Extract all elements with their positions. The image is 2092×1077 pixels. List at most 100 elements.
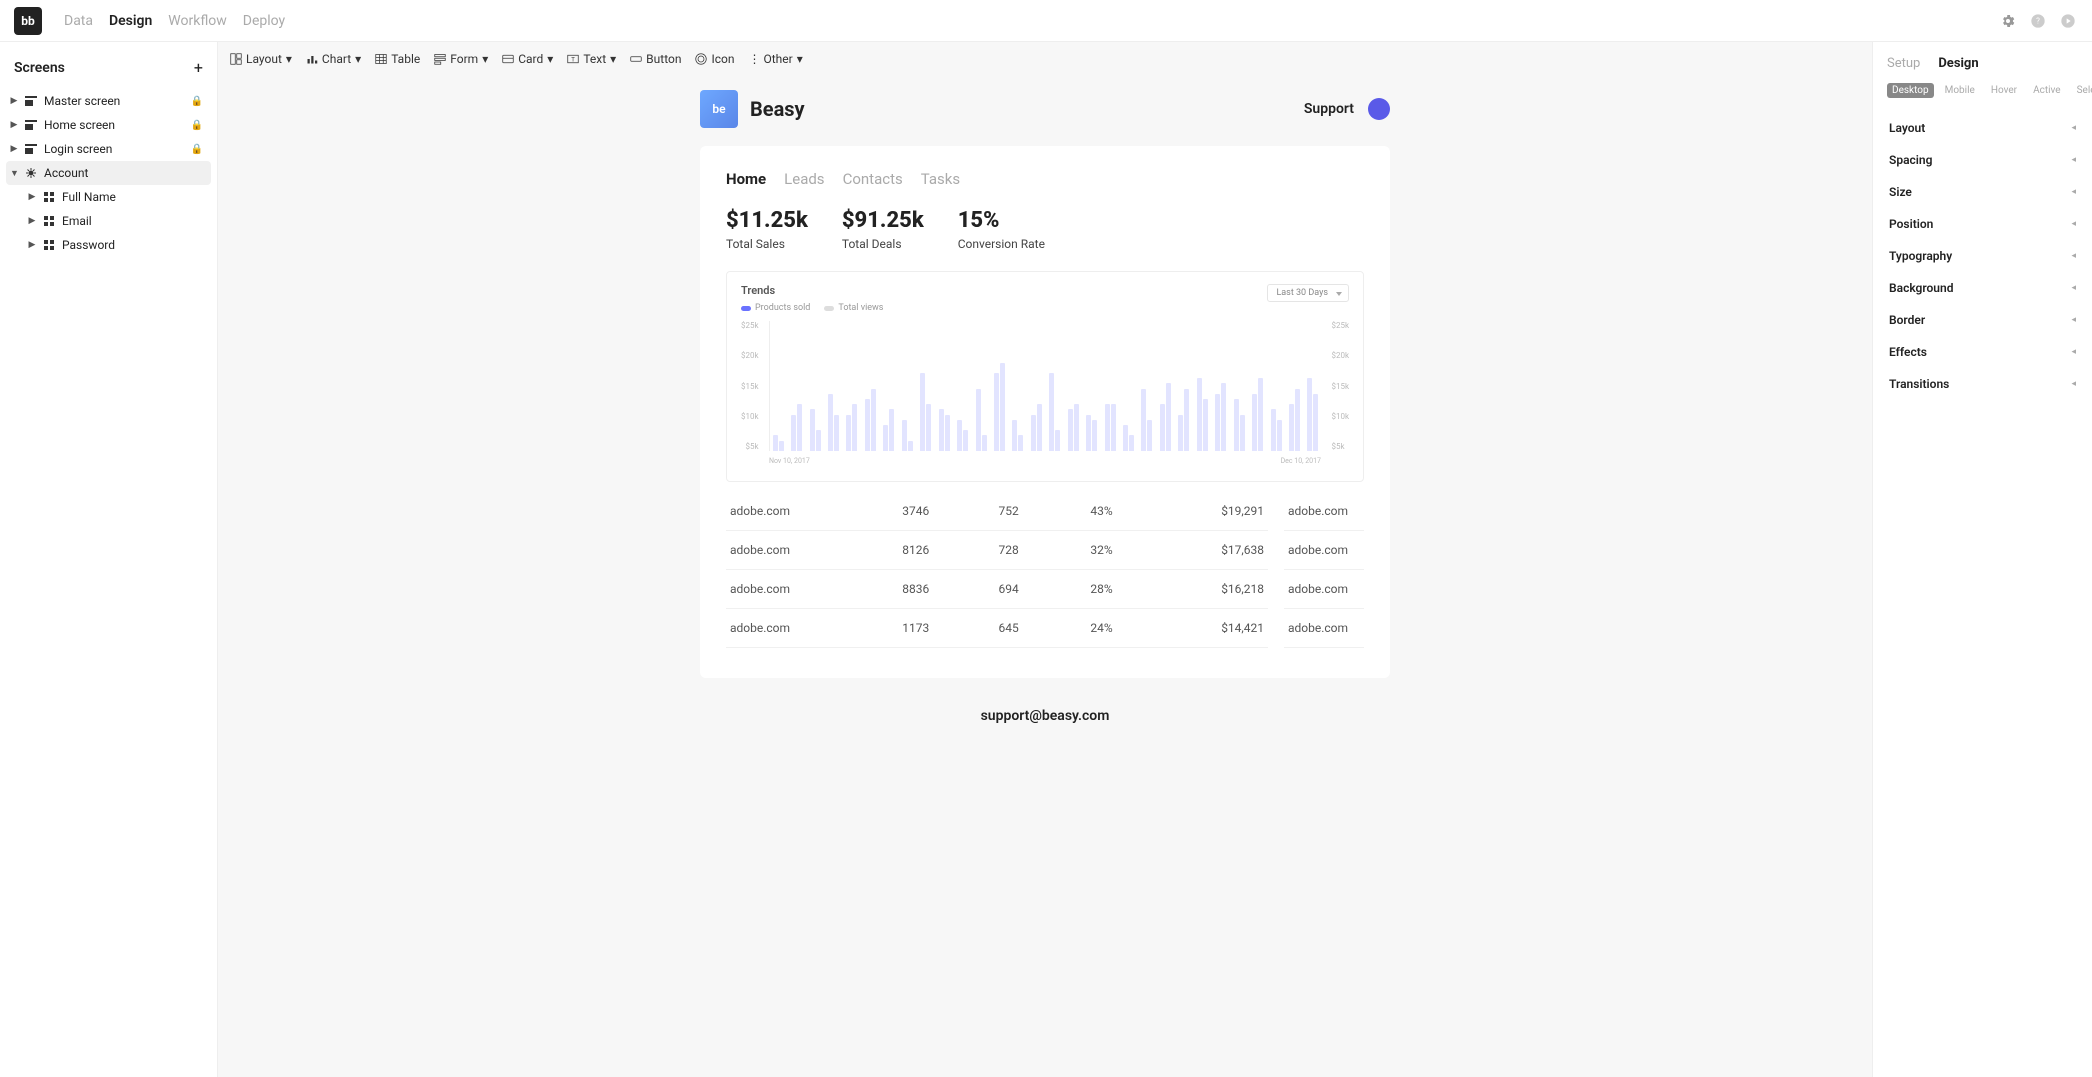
nav-workflow[interactable]: Workflow — [168, 13, 227, 29]
tb-chart[interactable]: Chart ▾ — [306, 52, 361, 66]
tb-card[interactable]: Card ▾ — [502, 52, 553, 66]
support-email: support@beasy.com — [700, 708, 1390, 724]
tree-item-password[interactable]: ▶ Password — [0, 233, 217, 257]
help-icon[interactable]: ? — [2028, 11, 2048, 31]
screen-icon — [24, 120, 38, 130]
lock-icon: 🔒 — [191, 144, 203, 155]
tb-other[interactable]: ⋮Other ▾ — [748, 52, 802, 66]
chart-range-select[interactable]: Last 30 Days — [1267, 284, 1349, 302]
tree-item-login[interactable]: ▶ Login screen 🔒 — [0, 137, 217, 161]
tree-label: Master screen — [44, 94, 120, 108]
support-link[interactable]: Support — [1304, 101, 1354, 117]
tb-icon[interactable]: Icon — [695, 52, 734, 66]
prop-section-position[interactable]: Position◂ — [1887, 208, 2078, 240]
tree-label: Account — [44, 166, 88, 180]
stat-value: $91.25k — [842, 208, 924, 233]
screens-title: Screens — [14, 60, 65, 76]
screen-tree: ▶ Master screen 🔒 ▶ Home screen 🔒 ▶ Logi… — [0, 89, 217, 257]
table-secondary: adobe.comadobe.comadobe.comadobe.com — [1284, 492, 1364, 648]
tb-table[interactable]: Table — [375, 52, 420, 66]
lock-icon: 🔒 — [191, 96, 203, 107]
dashboard-tabs: Home Leads Contacts Tasks — [726, 170, 1364, 188]
component-toolbar: Layout ▾ Chart ▾ Table Form ▾ Card ▾ TTe… — [218, 42, 1872, 76]
tab-home[interactable]: Home — [726, 170, 766, 188]
table-row[interactable]: adobe.com883669428%$16,218 — [726, 570, 1268, 609]
tab-tasks[interactable]: Tasks — [921, 170, 960, 188]
tb-layout[interactable]: Layout ▾ — [230, 52, 292, 66]
tree-item-master[interactable]: ▶ Master screen 🔒 — [0, 89, 217, 113]
prop-section-transitions[interactable]: Transitions◂ — [1887, 368, 2078, 400]
prop-section-typography[interactable]: Typography◂ — [1887, 240, 2078, 272]
nav-design[interactable]: Design — [109, 13, 152, 29]
prop-section-background[interactable]: Background◂ — [1887, 272, 2078, 304]
grid-icon — [42, 216, 56, 226]
tab-leads[interactable]: Leads — [784, 170, 824, 188]
play-icon[interactable] — [2058, 11, 2078, 31]
stat-total-deals: $91.25k Total Deals — [842, 208, 924, 251]
stat-total-sales: $11.25k Total Sales — [726, 208, 808, 251]
tree-item-home[interactable]: ▶ Home screen 🔒 — [0, 113, 217, 137]
left-panel: Screens + ▶ Master screen 🔒 ▶ Home scree… — [0, 42, 218, 1077]
chart-bars — [769, 321, 1321, 451]
tree-item-email[interactable]: ▶ Email — [0, 209, 217, 233]
table-row[interactable]: adobe.com117364524%$14,421 — [726, 609, 1268, 648]
prop-section-size[interactable]: Size◂ — [1887, 176, 2078, 208]
table-primary: adobe.com374675243%$19,291adobe.com81267… — [726, 492, 1268, 648]
app-logo[interactable]: bb — [14, 7, 42, 35]
tb-form[interactable]: Form ▾ — [434, 52, 488, 66]
gear-icon[interactable] — [1998, 11, 2018, 31]
screen-icon — [24, 144, 38, 154]
right-tab-setup[interactable]: Setup — [1887, 56, 1920, 71]
stat-value: 15% — [958, 208, 1045, 233]
device-active[interactable]: Active — [2028, 83, 2066, 98]
table-row[interactable]: adobe.com812672832%$17,638 — [726, 531, 1268, 570]
tb-button[interactable]: Button — [630, 52, 681, 66]
brand-name: Beasy — [750, 97, 805, 121]
stat-label: Total Sales — [726, 237, 808, 251]
svg-text:T: T — [572, 56, 576, 63]
prop-section-spacing[interactable]: Spacing◂ — [1887, 144, 2078, 176]
device-hover[interactable]: Hover — [1986, 83, 2022, 98]
table-row[interactable]: adobe.com — [1284, 570, 1364, 609]
stat-label: Total Deals — [842, 237, 924, 251]
prop-section-effects[interactable]: Effects◂ — [1887, 336, 2078, 368]
right-panel: Setup Design Desktop Mobile Hover Active… — [1872, 42, 2092, 1077]
nav-deploy[interactable]: Deploy — [243, 13, 285, 29]
stat-conversion: 15% Conversion Rate — [958, 208, 1045, 251]
stat-value: $11.25k — [726, 208, 808, 233]
trends-chart: Trends Products sold Total views Last 30… — [726, 271, 1364, 482]
dashboard-card: Home Leads Contacts Tasks $11.25k Total … — [700, 146, 1390, 678]
lock-icon: 🔒 — [191, 120, 203, 131]
brand-logo: be — [700, 90, 738, 128]
tree-label: Full Name — [62, 190, 116, 204]
table-row[interactable]: adobe.com374675243%$19,291 — [726, 492, 1268, 531]
tb-text[interactable]: TText ▾ — [567, 52, 616, 66]
table-row[interactable]: adobe.com — [1284, 492, 1364, 531]
chart-legend: Products sold Total views — [741, 303, 883, 313]
table-row[interactable]: adobe.com — [1284, 609, 1364, 648]
nav-data[interactable]: Data — [64, 13, 93, 29]
table-row[interactable]: adobe.com — [1284, 531, 1364, 570]
tab-contacts[interactable]: Contacts — [843, 170, 903, 188]
bug-icon — [24, 167, 38, 179]
center-panel: Layout ▾ Chart ▾ Table Form ▾ Card ▾ TTe… — [218, 42, 1872, 1077]
right-tab-design[interactable]: Design — [1938, 56, 1978, 71]
device-row: Desktop Mobile Hover Active Selected — [1887, 83, 2078, 98]
tree-label: Login screen — [44, 142, 112, 156]
avatar[interactable] — [1368, 98, 1390, 120]
prop-section-layout[interactable]: Layout◂ — [1887, 112, 2078, 144]
tree-label: Email — [62, 214, 92, 228]
tree-item-fullname[interactable]: ▶ Full Name — [0, 185, 217, 209]
device-desktop[interactable]: Desktop — [1887, 83, 1934, 98]
svg-text:?: ? — [2036, 16, 2040, 25]
device-mobile[interactable]: Mobile — [1940, 83, 1980, 98]
add-screen-button[interactable]: + — [194, 58, 203, 77]
canvas[interactable]: be Beasy Support Home Leads Contacts Tas… — [700, 86, 1390, 1037]
prop-section-border[interactable]: Border◂ — [1887, 304, 2078, 336]
device-selected[interactable]: Selected — [2072, 83, 2092, 98]
tree-label: Home screen — [44, 118, 115, 132]
property-sections: Layout◂Spacing◂Size◂Position◂Typography◂… — [1887, 112, 2078, 400]
grid-icon — [42, 240, 56, 250]
tree-item-account[interactable]: ▼ Account — [6, 161, 211, 185]
tree-label: Password — [62, 238, 115, 252]
